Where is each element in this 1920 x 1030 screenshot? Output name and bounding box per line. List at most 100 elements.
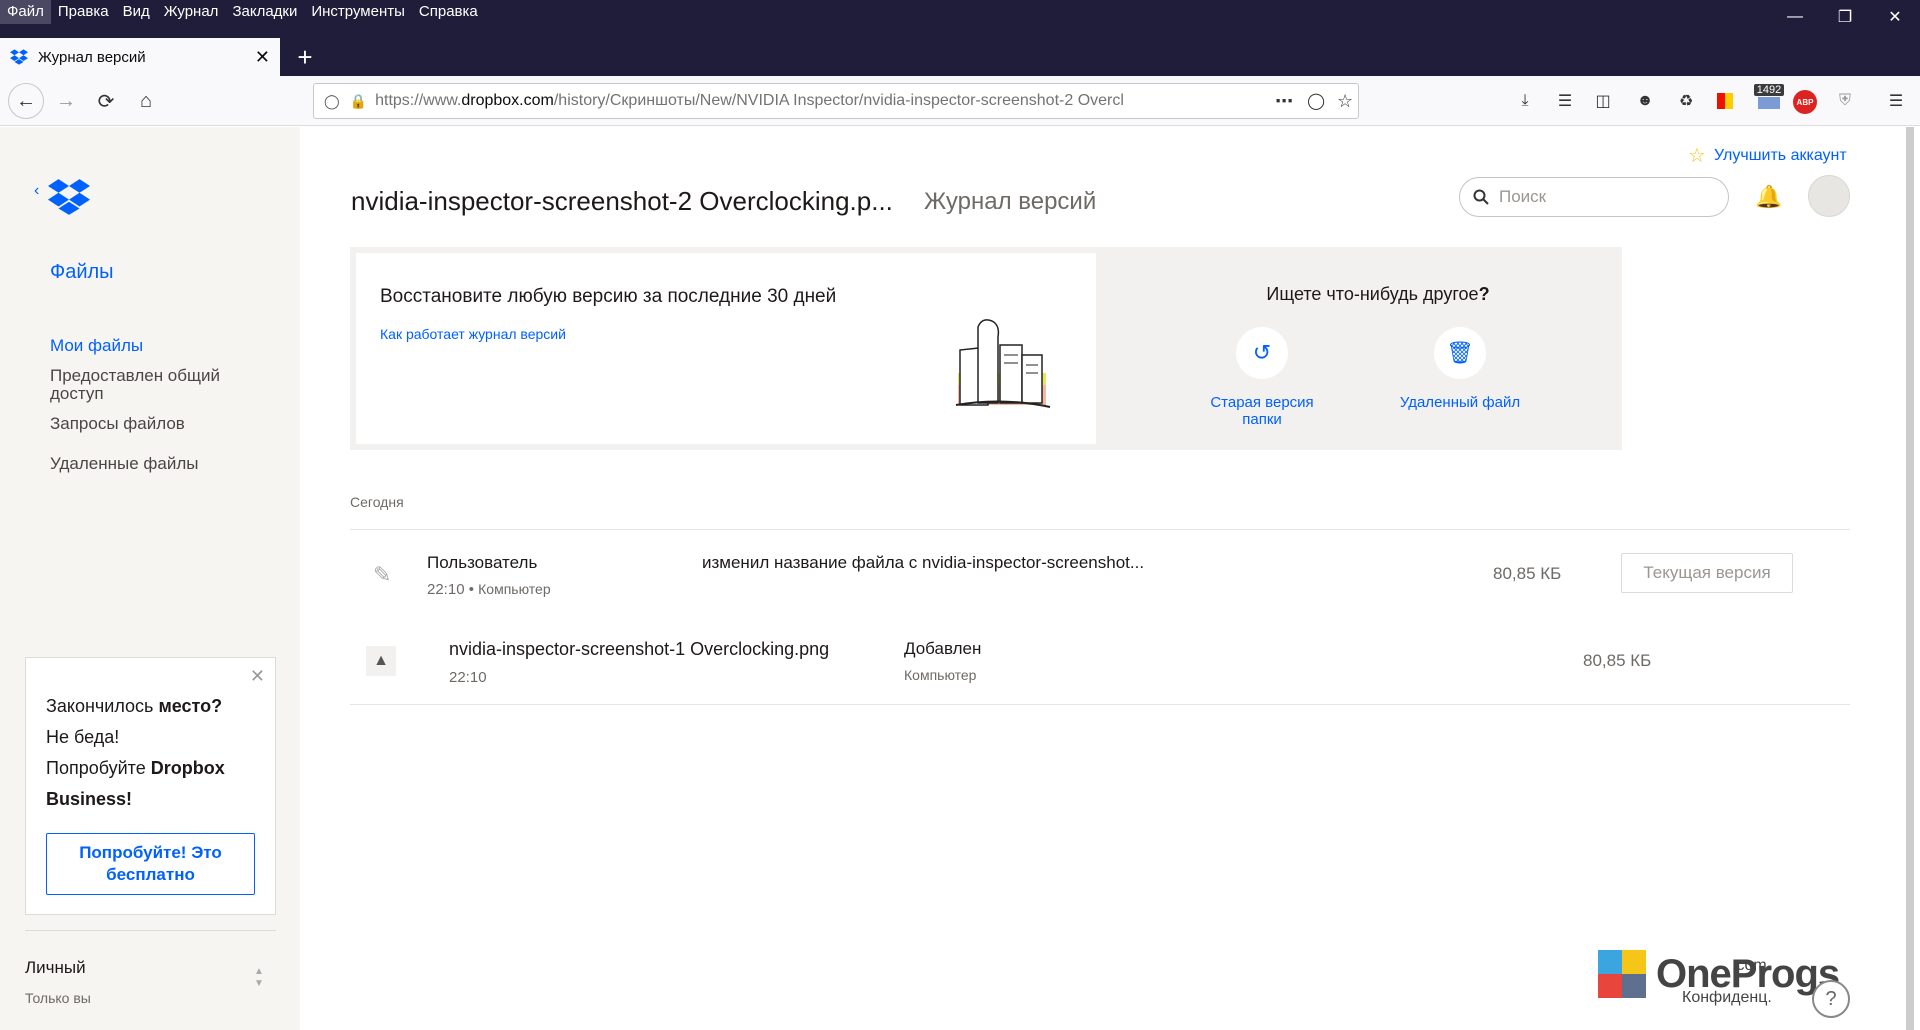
account-name: Личный — [25, 958, 86, 977]
upgrade-promo-card: ✕ Закончилось место? Не беда! Попробуйте… — [25, 657, 276, 915]
badge-image — [1758, 96, 1780, 109]
scrollbar-thumb[interactable] — [1906, 127, 1914, 1030]
lock-icon[interactable]: 🔒 — [350, 93, 367, 110]
version-history-banner: Восстановите любую версию за последние 3… — [350, 247, 1622, 450]
close-window-button[interactable]: ✕ — [1870, 0, 1920, 34]
deleted-file-link[interactable]: Удаленный файл — [1396, 394, 1524, 411]
watermark-logo-icon — [1598, 950, 1646, 998]
dropbox-logo-icon[interactable] — [48, 179, 90, 215]
back-button[interactable]: ← — [8, 83, 44, 119]
page-subtitle: Журнал версий — [924, 188, 1097, 215]
history-action: Добавлен — [904, 639, 982, 658]
history-size: 80,85 КБ — [1493, 564, 1562, 583]
history-device: Компьютер — [904, 667, 977, 683]
extension-flag-icon[interactable] — [1714, 90, 1736, 112]
url-bar[interactable]: ◯ 🔒 https://www.dropbox.com/history/Скри… — [313, 83, 1359, 119]
pencil-icon: ✎ — [373, 562, 392, 587]
try-free-button[interactable]: Попробуйте! Это бесплатно — [46, 833, 255, 895]
menu-help[interactable]: Справка — [412, 0, 485, 24]
pocket-icon[interactable]: ◯ — [1307, 91, 1325, 111]
search-placeholder: Поиск — [1499, 187, 1547, 206]
section-header-today: Сегодня — [350, 494, 404, 510]
menu-bookmarks[interactable]: Закладки — [225, 0, 304, 24]
tab-title: Журнал версий — [38, 48, 146, 66]
help-icon[interactable]: ? — [1812, 980, 1850, 1018]
dropbox-favicon-icon — [10, 49, 28, 65]
extension-badge-icon[interactable]: 1492 — [1752, 80, 1786, 112]
menu-tools[interactable]: Инструменты — [304, 0, 412, 24]
upgrade-account-link[interactable]: ☆ Улучшить аккаунт — [1688, 143, 1847, 168]
page-actions-icon[interactable]: ⋯ — [1275, 91, 1293, 112]
search-input[interactable]: Поиск — [1459, 177, 1729, 217]
forward-button[interactable]: → — [50, 85, 82, 117]
history-size: 80,85 КБ — [1583, 651, 1652, 670]
sync-icon[interactable]: ♻ — [1675, 90, 1697, 112]
promo-text: Закончилось место? Не беда! Попробуйте D… — [46, 696, 225, 809]
new-tab-button[interactable]: + — [288, 40, 322, 74]
browser-tab[interactable]: Журнал версий ✕ — [0, 38, 280, 76]
current-version-button[interactable]: Текущая версия — [1621, 553, 1793, 593]
star-icon: ☆ — [1688, 145, 1706, 167]
old-folder-version-link[interactable]: Старая версия папки — [1190, 394, 1334, 428]
sidebar-item-shared[interactable]: Предоставлен общий доступ — [50, 367, 270, 403]
sidebar-nav-list: Мои файлы Предоставлен общий доступ Запр… — [50, 337, 270, 485]
adblock-icon[interactable]: ABP — [1793, 90, 1817, 114]
notifications-bell-icon[interactable]: 🔔 — [1755, 184, 1782, 210]
library-icon[interactable]: ☰ — [1554, 90, 1576, 112]
sidebar-item-deleted-files[interactable]: Удаленные файлы — [50, 455, 270, 473]
divider — [25, 930, 276, 931]
page-title: nvidia-inspector-screenshot-2 Overclocki… — [351, 186, 893, 216]
menu-bar: Файл Правка Вид Журнал Закладки Инструме… — [0, 0, 485, 24]
banner-other-title: Ищете что-нибудь другое? — [1266, 284, 1490, 304]
image-file-icon: ▲ — [366, 646, 396, 676]
reload-button[interactable]: ⟳ — [90, 85, 122, 117]
watermark-sub: Конфиденц. — [1682, 989, 1772, 1006]
home-button[interactable]: ⌂ — [130, 85, 162, 117]
sidebar-toggle-icon[interactable]: ◫ — [1592, 90, 1614, 112]
menu-view[interactable]: Вид — [116, 0, 157, 24]
history-time: 22:10 — [449, 669, 487, 686]
watermark-tld: .com — [1732, 957, 1767, 974]
tab-close-icon[interactable]: ✕ — [255, 47, 270, 68]
account-switch-icon[interactable]: ▲ ▼ — [254, 966, 264, 990]
menu-edit[interactable]: Правка — [51, 0, 116, 24]
history-filename: nvidia-inspector-screenshot-1 Overclocki… — [449, 639, 830, 659]
restore-button[interactable]: ❐ — [1820, 0, 1870, 34]
avatar[interactable] — [1808, 175, 1850, 217]
old-folder-version-icon[interactable]: ↺ — [1236, 327, 1288, 379]
history-meta: 22:10 • Компьютер — [427, 581, 551, 598]
divider — [350, 704, 1850, 705]
privacy-shield-icon[interactable]: ⛨ — [1834, 90, 1856, 112]
collapse-chevron-icon[interactable]: ‹ — [34, 182, 39, 200]
window-controls: — ❐ ✕ — [1770, 0, 1920, 34]
promo-close-icon[interactable]: ✕ — [250, 666, 265, 687]
minimize-button[interactable]: — — [1770, 0, 1820, 34]
tracking-shield-icon[interactable]: ◯ — [324, 93, 340, 110]
banner-link[interactable]: Как работает журнал версий — [380, 326, 566, 342]
adblock-label: ABP — [1796, 97, 1814, 107]
sidebar: ‹ Файлы Мои файлы Предоставлен общий дос… — [0, 127, 300, 1030]
account-switcher[interactable]: Личный Только вы — [25, 958, 91, 1006]
browser-titlebar: Файл Правка Вид Журнал Закладки Инструме… — [0, 0, 1920, 76]
url-text: https://www.dropbox.com/history/Скриншот… — [375, 92, 1124, 109]
menu-history[interactable]: Журнал — [157, 0, 226, 24]
banner-title: Восстановите любую версию за последние 3… — [380, 286, 837, 307]
sidebar-item-my-files[interactable]: Мои файлы — [50, 337, 270, 355]
history-user: Пользователь — [427, 553, 538, 572]
search-icon — [1473, 189, 1489, 205]
upgrade-label: Улучшить аккаунт — [1713, 146, 1847, 164]
history-description: изменил название файла с nvidia-inspecto… — [702, 553, 1145, 572]
account-icon[interactable]: ☻ — [1634, 90, 1656, 112]
account-subtitle: Только вы — [25, 990, 91, 1006]
app-menu-icon[interactable]: ☰ — [1885, 90, 1907, 112]
bookmark-star-icon[interactable]: ☆ — [1337, 91, 1353, 112]
badge-count: 1492 — [1753, 83, 1785, 96]
menu-file[interactable]: Файл — [0, 0, 51, 24]
trash-icon[interactable]: 🗑 — [1434, 327, 1486, 379]
downloads-icon[interactable]: ⤓ — [1514, 90, 1536, 112]
sidebar-item-file-requests[interactable]: Запросы файлов — [50, 415, 270, 433]
navigation-toolbar: ← → ⟳ ⌂ ◯ 🔒 https://www.dropbox.com/hist… — [0, 76, 1920, 126]
divider — [350, 529, 1850, 530]
nav-files[interactable]: Файлы — [50, 261, 114, 284]
files-illustration-icon — [955, 319, 1051, 408]
